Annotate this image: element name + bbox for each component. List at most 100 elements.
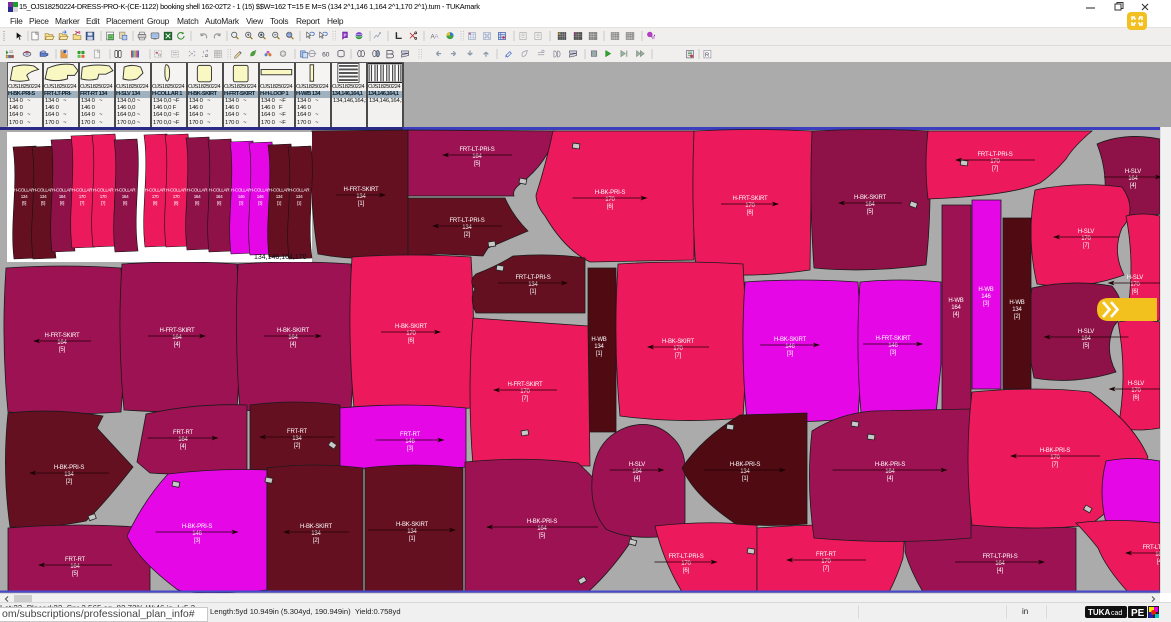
svg-text:164: 164 — [216, 194, 223, 199]
svg-text:H-COLLAR: H-COLLAR — [289, 188, 310, 193]
svg-text:FRT-LT-PRI-S: FRT-LT-PRI-S — [977, 152, 1012, 158]
svg-text:[4]: [4] — [174, 342, 181, 348]
svg-text:170: 170 — [173, 194, 180, 199]
svg-text:H-BK-PRI-S: H-BK-PRI-S — [527, 519, 558, 525]
svg-text:H-BK-PRI-S: H-BK-PRI-S — [1040, 448, 1071, 454]
svg-text:[3]: [3] — [239, 201, 243, 206]
svg-text:[2]: [2] — [313, 538, 320, 544]
svg-text:[8]: [8] — [174, 201, 178, 206]
svg-text:FRT-LT-PRI-S: FRT-LT-PRI-S — [449, 218, 484, 224]
svg-text:[1]: [1] — [358, 201, 365, 207]
svg-text:[5]: [5] — [22, 201, 26, 206]
svg-text:[4]: [4] — [997, 568, 1004, 574]
svg-text:[6]: [6] — [217, 201, 221, 206]
svg-text:[6]: [6] — [683, 568, 690, 574]
svg-text:H-COLLAR: H-COLLAR — [209, 188, 230, 193]
svg-text:H-FRT-SKIRT: H-FRT-SKIRT — [160, 328, 195, 334]
svg-text:A: A — [434, 33, 439, 40]
svg-text:170: 170 — [152, 194, 159, 199]
svg-text:H-FRT-SKIRT: H-FRT-SKIRT — [508, 382, 543, 388]
svg-text:[1]: [1] — [409, 536, 416, 542]
svg-text:146: 146 — [981, 294, 991, 300]
svg-text:164: 164 — [59, 194, 66, 199]
svg-text:H-WB: H-WB — [591, 337, 606, 343]
svg-text:146: 146 — [257, 194, 264, 199]
svg-text:[7]: [7] — [101, 201, 105, 206]
svg-text:146: 146 — [238, 194, 245, 199]
svg-text:H-BK-SKIRT: H-BK-SKIRT — [396, 522, 428, 528]
svg-text:[1]: [1] — [530, 289, 537, 295]
svg-text:[5]: [5] — [539, 533, 546, 539]
svg-text:134: 134 — [1012, 307, 1022, 313]
svg-text:H-BK-SKIRT: H-BK-SKIRT — [774, 337, 806, 343]
svg-text:164: 164 — [194, 194, 201, 199]
svg-text:H-BK-PRI-S: H-BK-PRI-S — [730, 462, 761, 468]
svg-text:[3]: [3] — [890, 350, 897, 356]
svg-text:[7]: [7] — [522, 396, 529, 402]
svg-text:H-FRT-SKIRT: H-FRT-SKIRT — [344, 187, 379, 193]
svg-text:[3]: [3] — [194, 538, 201, 544]
svg-text:[6]: [6] — [607, 204, 614, 210]
svg-text:[5]: [5] — [1083, 343, 1090, 349]
svg-text:[1]: [1] — [277, 201, 281, 206]
svg-text:[6]: [6] — [60, 201, 64, 206]
svg-text:[7]: [7] — [80, 201, 84, 206]
svg-text:[5]: [5] — [59, 347, 66, 353]
svg-text:H-COLLAR: H-COLLAR — [93, 188, 114, 193]
svg-text:[7]: [7] — [675, 353, 682, 359]
svg-text:H-SLV: H-SLV — [1078, 329, 1094, 335]
svg-text:[3]: [3] — [258, 201, 262, 206]
svg-text:[4]: [4] — [887, 476, 894, 482]
svg-text:TUKA: TUKA — [1088, 608, 1110, 617]
svg-text:cad: cad — [1111, 610, 1122, 617]
svg-text:H-COLLAR: H-COLLAR — [115, 188, 136, 193]
svg-text:[2]: [2] — [464, 232, 471, 238]
svg-text:FRT-RT: FRT-RT — [287, 429, 307, 435]
svg-text:H-BK-PRI-S: H-BK-PRI-S — [595, 190, 626, 196]
svg-text:[5]: [5] — [474, 161, 481, 167]
svg-text:[1]: [1] — [596, 351, 603, 357]
svg-text:[2]: [2] — [294, 443, 301, 449]
svg-text:134: 134 — [296, 194, 303, 199]
svg-text:[5]: [5] — [41, 201, 45, 206]
svg-text:H-BK-SKIRT: H-BK-SKIRT — [395, 324, 427, 330]
svg-text:FRT-RT: FRT-RT — [400, 432, 420, 438]
svg-text:[3]: [3] — [787, 351, 794, 357]
svg-text:H-COLLAR: H-COLLAR — [187, 188, 208, 193]
svg-text:[2]: [2] — [66, 479, 73, 485]
svg-text:[7]: [7] — [823, 566, 830, 572]
svg-text:H-FRT-SKIRT: H-FRT-SKIRT — [45, 333, 80, 339]
svg-text:[1]: [1] — [297, 201, 301, 206]
svg-text:H-BK-PRI-S: H-BK-PRI-S — [54, 465, 85, 471]
svg-text:164: 164 — [122, 194, 129, 199]
svg-text:H-COLLAR: H-COLLAR — [52, 188, 73, 193]
svg-text:H-WB: H-WB — [1009, 300, 1024, 306]
svg-text:H-BK-SKIRT: H-BK-SKIRT — [277, 328, 309, 334]
svg-text:FRT-RT: FRT-RT — [173, 430, 193, 436]
svg-text:[3]: [3] — [983, 301, 990, 307]
svg-text:H-BK-PRI-S: H-BK-PRI-S — [182, 524, 213, 530]
svg-text:170: 170 — [79, 194, 86, 199]
svg-text:170: 170 — [100, 194, 107, 199]
svg-text:164: 164 — [951, 305, 961, 311]
svg-text:FRT-RT: FRT-RT — [816, 552, 836, 558]
svg-text:134: 134 — [594, 344, 604, 350]
svg-text:134,146,164,170: 134,146,164,170 — [254, 254, 307, 261]
svg-text:60: 60 — [322, 51, 330, 58]
svg-text:[8]: [8] — [153, 201, 157, 206]
svg-text:[2]: [2] — [1014, 314, 1021, 320]
svg-text:H-BK-SKIRT: H-BK-SKIRT — [854, 195, 886, 201]
svg-text:[4]: [4] — [1130, 183, 1137, 189]
svg-text:H-BK-PRI-S: H-BK-PRI-S — [875, 462, 906, 468]
svg-text:[7]: [7] — [1052, 462, 1059, 468]
svg-text:H-COLLAR: H-COLLAR — [269, 188, 290, 193]
svg-text:[6]: [6] — [747, 210, 754, 216]
svg-text:[7]: [7] — [1083, 243, 1090, 249]
svg-text:134: 134 — [40, 194, 47, 199]
svg-text:[1]: [1] — [742, 476, 749, 482]
svg-text:H-WB: H-WB — [948, 298, 963, 304]
svg-text:[6]: [6] — [123, 201, 127, 206]
svg-text:H-FRT-SKIRT: H-FRT-SKIRT — [876, 336, 911, 342]
svg-text:H-COLLAR: H-COLLAR — [145, 188, 166, 193]
svg-text:[5]: [5] — [867, 209, 874, 215]
